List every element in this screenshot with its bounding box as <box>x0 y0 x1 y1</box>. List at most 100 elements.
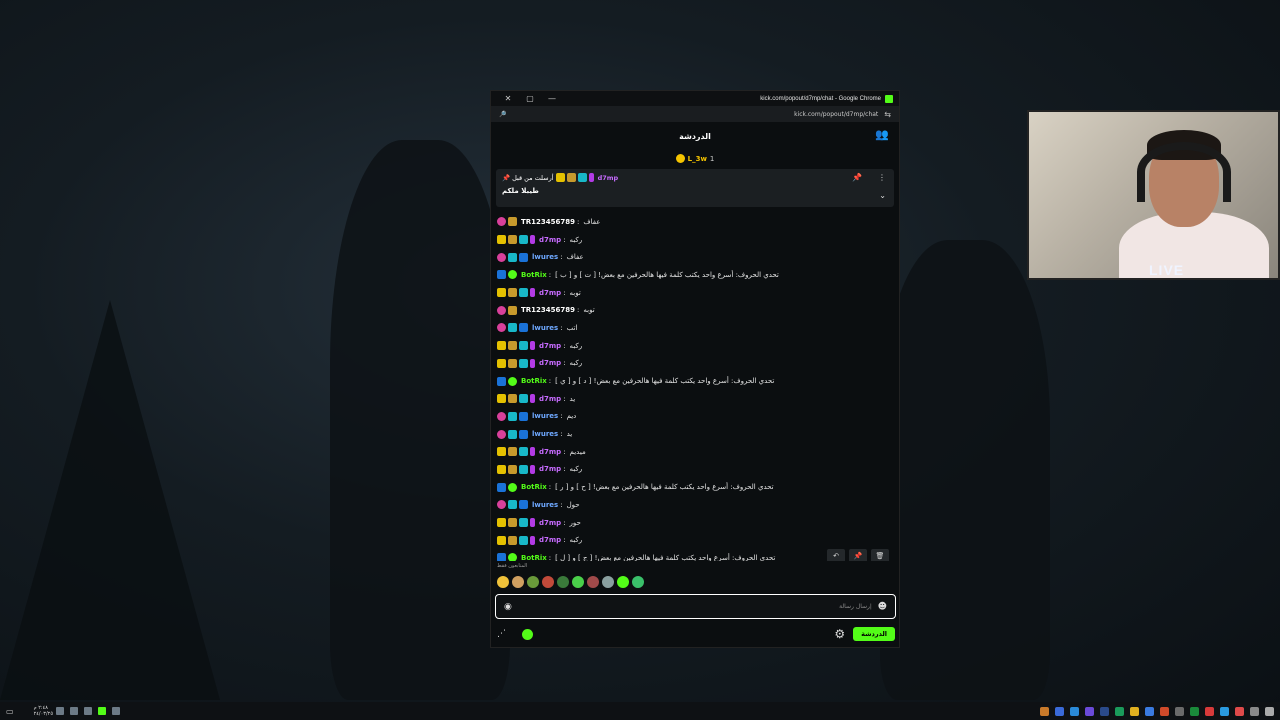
emote-icon[interactable] <box>497 576 509 588</box>
chat-message-list[interactable]: TR123456789: عفاف d7mp: ركبه lwures: عفاف BotR… <box>491 213 899 561</box>
tray-overflow-icon[interactable] <box>112 707 121 715</box>
app-icon[interactable] <box>1175 706 1184 716</box>
app-icon[interactable] <box>1130 706 1139 716</box>
app-icon[interactable] <box>1190 706 1199 716</box>
address-url[interactable]: kick.com/popout/d7mp/chat <box>794 111 878 118</box>
record-icon[interactable]: ◉ <box>504 602 512 612</box>
chat-username[interactable]: d7mp <box>539 236 561 244</box>
kick-coin-icon[interactable] <box>522 628 533 640</box>
chat-message[interactable]: d7mp: ميديم <box>497 443 895 461</box>
emote-icon[interactable] <box>587 576 599 588</box>
emoji-picker-icon[interactable]: ☻ <box>878 602 887 612</box>
emote-icon[interactable] <box>542 576 554 588</box>
app-icon[interactable] <box>1235 706 1244 716</box>
emote-icon[interactable] <box>602 576 614 588</box>
gear-icon[interactable]: ⚙ <box>834 627 845 641</box>
chat-username[interactable]: BotRix <box>521 271 547 279</box>
emote-icon[interactable] <box>572 576 584 588</box>
chat-message[interactable]: BotRix: تحدي الحروف: أسرع واحد يكتب كلمة … <box>497 266 895 284</box>
chat-username[interactable]: d7mp <box>539 289 561 297</box>
chat-message[interactable]: lwures: اتب <box>497 319 895 337</box>
maximize-window-button[interactable]: ▢ <box>519 94 541 103</box>
show-desktop-icon[interactable]: ▭ <box>6 707 14 716</box>
chat-username[interactable]: BotRix <box>521 377 547 385</box>
emote-icon[interactable] <box>617 576 629 588</box>
emote-icon[interactable] <box>527 576 539 588</box>
gifter-name[interactable]: L_3w <box>688 155 707 163</box>
volume-icon[interactable] <box>70 707 79 715</box>
app-icon[interactable] <box>1115 706 1124 716</box>
chat-send-button[interactable]: الدردشة <box>853 627 895 641</box>
chat-username[interactable]: d7mp <box>539 536 561 544</box>
delete-icon[interactable]: 🗑 <box>871 549 889 561</box>
users-icon[interactable]: 👥 <box>875 128 889 141</box>
emote-icon[interactable] <box>632 576 644 588</box>
minimize-window-button[interactable]: — <box>541 94 563 103</box>
app-icon[interactable] <box>1220 706 1229 716</box>
reply-icon[interactable]: ↶ <box>827 549 845 561</box>
emote-icon[interactable] <box>557 576 569 588</box>
chat-message[interactable]: d7mp: ركبه <box>497 337 895 355</box>
chat-username[interactable]: lwures <box>532 412 558 420</box>
chrome-icon[interactable] <box>1160 706 1169 716</box>
search-icon[interactable] <box>1250 706 1259 716</box>
chat-username[interactable]: lwures <box>532 253 558 261</box>
chat-username[interactable]: lwures <box>532 501 558 509</box>
app-icon[interactable] <box>1100 706 1109 716</box>
chat-message[interactable]: lwures: يد <box>497 425 895 443</box>
chat-message[interactable]: lwures: عفاف <box>497 248 895 266</box>
battery-icon[interactable] <box>84 707 93 715</box>
chat-username[interactable]: d7mp <box>539 395 561 403</box>
pin-icon[interactable]: 📌 <box>849 549 867 561</box>
chat-message[interactable]: d7mp: ركبه <box>497 461 895 479</box>
kick-tray-icon[interactable] <box>98 707 107 715</box>
close-window-button[interactable]: ✕ <box>497 94 519 103</box>
app-icon[interactable] <box>1205 706 1214 716</box>
chat-username[interactable]: BotRix <box>521 554 547 561</box>
chat-username[interactable]: d7mp <box>539 342 561 350</box>
start-icon[interactable] <box>1265 706 1274 716</box>
share-icon[interactable]: ⋰ <box>497 629 506 639</box>
app-icon[interactable] <box>1055 706 1064 716</box>
app-icon[interactable] <box>1085 706 1094 716</box>
chat-message[interactable]: TR123456789: توبه <box>497 301 895 319</box>
chat-message[interactable]: d7mp: ركبه <box>497 355 895 373</box>
network-icon[interactable] <box>56 707 65 715</box>
chat-message[interactable]: d7mp: ركبه <box>497 531 895 549</box>
address-bar[interactable]: 🔎 kick.com/popout/d7mp/chat ⇆ <box>491 106 899 122</box>
chat-message[interactable]: d7mp: ركبه <box>497 231 895 249</box>
chat-username[interactable]: BotRix <box>521 483 547 491</box>
chat-username[interactable]: d7mp <box>539 519 561 527</box>
app-icon[interactable] <box>1070 706 1079 716</box>
chat-message[interactable]: lwures: ديم <box>497 408 895 426</box>
clock-date: ٢٤/٠٣/٢٥ <box>33 711 54 717</box>
app-icon[interactable] <box>1145 706 1154 716</box>
chat-message[interactable]: BotRix: تحدي الحروف: أسرع واحد يكتب كلمة … <box>497 478 895 496</box>
chat-input[interactable]: ◉ إرسال رسالة ☻ <box>495 594 896 619</box>
app-icon[interactable] <box>1040 706 1049 716</box>
chat-message[interactable]: d7mp: توبه <box>497 284 895 302</box>
chat-message[interactable]: lwures: حول <box>497 496 895 514</box>
chat-message[interactable]: BotRix: تحدي الحروف: أسرع واحد يكتب كلمة … <box>497 549 895 561</box>
chevron-down-icon[interactable]: ⌄ <box>879 191 886 200</box>
chat-message[interactable]: TR123456789: عفاف <box>497 213 895 231</box>
pinned-user[interactable]: d7mp <box>598 174 619 182</box>
chat-message[interactable]: d7mp: حور <box>497 514 895 532</box>
chat-username[interactable]: d7mp <box>539 359 561 367</box>
chat-username[interactable]: TR123456789 <box>521 218 575 226</box>
more-options-icon[interactable]: ⋮ <box>878 173 886 182</box>
pinned-message[interactable]: 📌 أرسلت من قبل d7mp طيبلا ملكم 📌 ⋮ ⌄ <box>496 169 894 207</box>
clock[interactable]: ٢:٤٨ م ٢٤/٠٣/٢٥ <box>34 705 53 717</box>
top-gifter-bar: L_3w 1 <box>491 150 899 167</box>
user-badge-icon <box>519 323 528 333</box>
emote-icon[interactable] <box>512 576 524 588</box>
page-settings-icon[interactable]: ⇆ <box>884 110 891 119</box>
chat-username[interactable]: d7mp <box>539 465 561 473</box>
chat-username[interactable]: d7mp <box>539 448 561 456</box>
chat-message[interactable]: d7mp: يد <box>497 390 895 408</box>
chat-username[interactable]: lwures <box>532 430 558 438</box>
unpin-icon[interactable]: 📌 <box>852 173 862 182</box>
chat-message[interactable]: BotRix: تحدي الحروف: أسرع واحد يكتب كلمة … <box>497 372 895 390</box>
chat-username[interactable]: TR123456789 <box>521 306 575 314</box>
chat-username[interactable]: lwures <box>532 324 558 332</box>
